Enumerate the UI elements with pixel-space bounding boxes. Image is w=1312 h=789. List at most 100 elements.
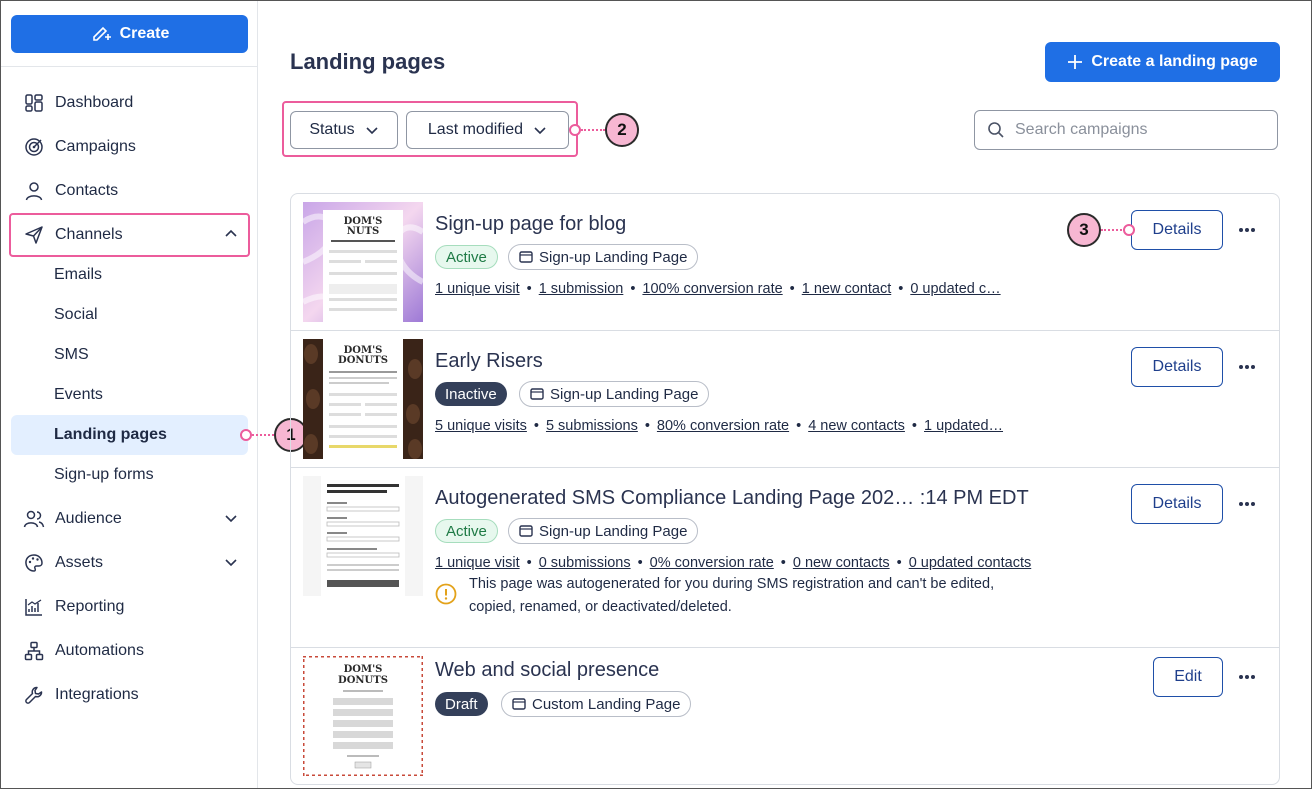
submissions-link[interactable]: 1 submission bbox=[539, 281, 624, 297]
sidebar-item-reporting[interactable]: Reporting bbox=[11, 587, 248, 627]
conversion-rate-link[interactable]: 100% conversion rate bbox=[642, 281, 782, 297]
page-thumbnail[interactable]: DOM'S DONUTS bbox=[303, 656, 423, 776]
callout-2-badge: 2 bbox=[605, 113, 639, 147]
callout-3-anchor bbox=[1123, 224, 1135, 236]
new-contacts-link[interactable]: 4 new contacts bbox=[808, 418, 905, 434]
more-options-icon[interactable] bbox=[1237, 357, 1257, 377]
sidebar-subitem-landing-pages[interactable]: Landing pages bbox=[11, 415, 248, 455]
search-field[interactable] bbox=[974, 110, 1278, 150]
stats-separator: • bbox=[789, 281, 795, 297]
conversion-rate-link[interactable]: 0% conversion rate bbox=[650, 555, 774, 571]
create-landing-page-button[interactable]: Create a landing page bbox=[1045, 42, 1280, 82]
page-title-link[interactable]: Early Risers bbox=[435, 350, 543, 373]
details-button[interactable]: Details bbox=[1131, 347, 1223, 387]
unique-visits-link[interactable]: 1 unique visit bbox=[435, 555, 520, 571]
unique-visits-link[interactable]: 5 unique visits bbox=[435, 418, 527, 434]
channels-highlight bbox=[9, 213, 250, 257]
page-title-link[interactable]: Web and social presence bbox=[435, 659, 659, 682]
unique-visits-link[interactable]: 1 unique visit bbox=[435, 281, 520, 297]
submissions-link[interactable]: 0 submissions bbox=[539, 555, 631, 571]
sidebar-item-contacts[interactable]: Contacts bbox=[11, 171, 248, 211]
status-filter-dropdown[interactable]: Status bbox=[290, 111, 398, 149]
page-type-label: Sign-up Landing Page bbox=[539, 522, 688, 540]
sort-dropdown[interactable]: Last modified bbox=[406, 111, 569, 149]
status-filter-label: Status bbox=[309, 121, 355, 138]
stats-separator: • bbox=[533, 418, 539, 434]
sidebar-item-label: Campaigns bbox=[55, 138, 136, 155]
details-button[interactable]: Details bbox=[1131, 210, 1223, 250]
status-badge: Active bbox=[435, 519, 498, 543]
sort-label: Last modified bbox=[427, 121, 524, 138]
svg-text:NUTS: NUTS bbox=[347, 226, 380, 237]
list-item: DOM'S DONUTS Early Risers Inactive Sign-… bbox=[291, 331, 1279, 468]
page-stats: 1 unique visit • 0 submissions • 0% conver… bbox=[435, 555, 1031, 571]
sidebar-item-campaigns[interactable]: Campaigns bbox=[11, 127, 248, 167]
more-options-icon[interactable] bbox=[1237, 494, 1257, 514]
sidebar-item-label: Contacts bbox=[55, 182, 119, 199]
more-options-icon[interactable] bbox=[1237, 220, 1257, 240]
page-thumbnail[interactable] bbox=[303, 476, 423, 596]
chart-icon bbox=[23, 596, 45, 618]
page-type-chip: Sign-up Landing Page bbox=[508, 244, 699, 270]
sidebar-subitem-label: Events bbox=[54, 386, 103, 403]
callout-2-line bbox=[581, 129, 605, 131]
warning-circle-icon bbox=[435, 583, 457, 605]
callout-number: 2 bbox=[617, 120, 627, 139]
new-contacts-link[interactable]: 0 new contacts bbox=[793, 555, 890, 571]
flow-icon bbox=[23, 640, 45, 662]
sidebar-item-audience[interactable]: Audience bbox=[11, 499, 248, 539]
list-item: DOM'S DONUTS Web and social presence Dra… bbox=[291, 648, 1279, 784]
page-type-chip: Sign-up Landing Page bbox=[519, 381, 710, 407]
callout-2-anchor bbox=[569, 124, 581, 136]
stats-separator: • bbox=[911, 418, 917, 434]
sidebar-item-assets[interactable]: Assets bbox=[11, 543, 248, 583]
sidebar-item-integrations[interactable]: Integrations bbox=[11, 675, 248, 715]
edit-button[interactable]: Edit bbox=[1153, 657, 1223, 697]
page-stats: 5 unique visits • 5 submissions • 80% conv… bbox=[435, 418, 1003, 434]
updated-contacts-link[interactable]: 1 updated… bbox=[924, 418, 1003, 434]
more-options-icon[interactable] bbox=[1237, 667, 1257, 687]
sidebar-subitem-emails[interactable]: Emails bbox=[11, 255, 248, 295]
conversion-rate-link[interactable]: 80% conversion rate bbox=[657, 418, 789, 434]
details-button[interactable]: Details bbox=[1131, 484, 1223, 524]
page-icon bbox=[530, 388, 544, 400]
stats-separator: • bbox=[896, 555, 902, 571]
dashboard-icon bbox=[23, 92, 45, 114]
chevron-down-icon bbox=[225, 515, 237, 523]
sidebar: Create Dashboard Campaigns Contacts Chan… bbox=[1, 1, 258, 788]
callout-number: 3 bbox=[1079, 220, 1089, 239]
app-frame: Create Dashboard Campaigns Contacts Chan… bbox=[0, 0, 1312, 789]
svg-text:DONUTS: DONUTS bbox=[338, 675, 388, 686]
page-thumbnail[interactable]: DOM'S DONUTS bbox=[303, 339, 423, 459]
create-button[interactable]: Create bbox=[11, 15, 248, 53]
sidebar-item-label: Assets bbox=[55, 554, 104, 571]
sidebar-subitem-label: SMS bbox=[54, 346, 89, 363]
submissions-link[interactable]: 5 submissions bbox=[546, 418, 638, 434]
page-thumbnail[interactable]: DOM'S NUTS bbox=[303, 202, 423, 322]
updated-contacts-link[interactable]: 0 updated c… bbox=[910, 281, 1000, 297]
sidebar-subitem-sms[interactable]: SMS bbox=[11, 335, 248, 375]
callout-1-line bbox=[252, 434, 274, 436]
page-type-chip: Custom Landing Page bbox=[501, 691, 692, 717]
stats-separator: • bbox=[644, 418, 650, 434]
stats-separator: • bbox=[796, 418, 802, 434]
sidebar-subitem-label: Sign-up forms bbox=[54, 466, 154, 483]
sidebar-subitem-label: Landing pages bbox=[54, 426, 167, 443]
list-item: DOM'S NUTS Sign-up page for blog Active … bbox=[291, 194, 1279, 331]
sidebar-subitem-social[interactable]: Social bbox=[11, 295, 248, 335]
page-title-link[interactable]: Sign-up page for blog bbox=[435, 213, 626, 236]
svg-text:DOM'S: DOM'S bbox=[344, 664, 383, 675]
notice-text: This page was autogenerated for you duri… bbox=[469, 576, 995, 615]
callout-3-line bbox=[1101, 229, 1125, 231]
callout-3-badge: 3 bbox=[1067, 213, 1101, 247]
new-contacts-link[interactable]: 1 new contact bbox=[802, 281, 891, 297]
sidebar-subitem-events[interactable]: Events bbox=[11, 375, 248, 415]
landing-page-list: DOM'S NUTS Sign-up page for blog Active … bbox=[290, 193, 1280, 785]
svg-text:DONUTS: DONUTS bbox=[338, 355, 388, 366]
updated-contacts-link[interactable]: 0 updated contacts bbox=[909, 555, 1032, 571]
sidebar-item-automations[interactable]: Automations bbox=[11, 631, 248, 671]
sidebar-item-dashboard[interactable]: Dashboard bbox=[11, 83, 248, 123]
page-title-link[interactable]: Autogenerated SMS Compliance Landing Pag… bbox=[435, 487, 1029, 510]
sidebar-subitem-signup-forms[interactable]: Sign-up forms bbox=[11, 455, 248, 495]
search-input[interactable] bbox=[1015, 121, 1255, 139]
